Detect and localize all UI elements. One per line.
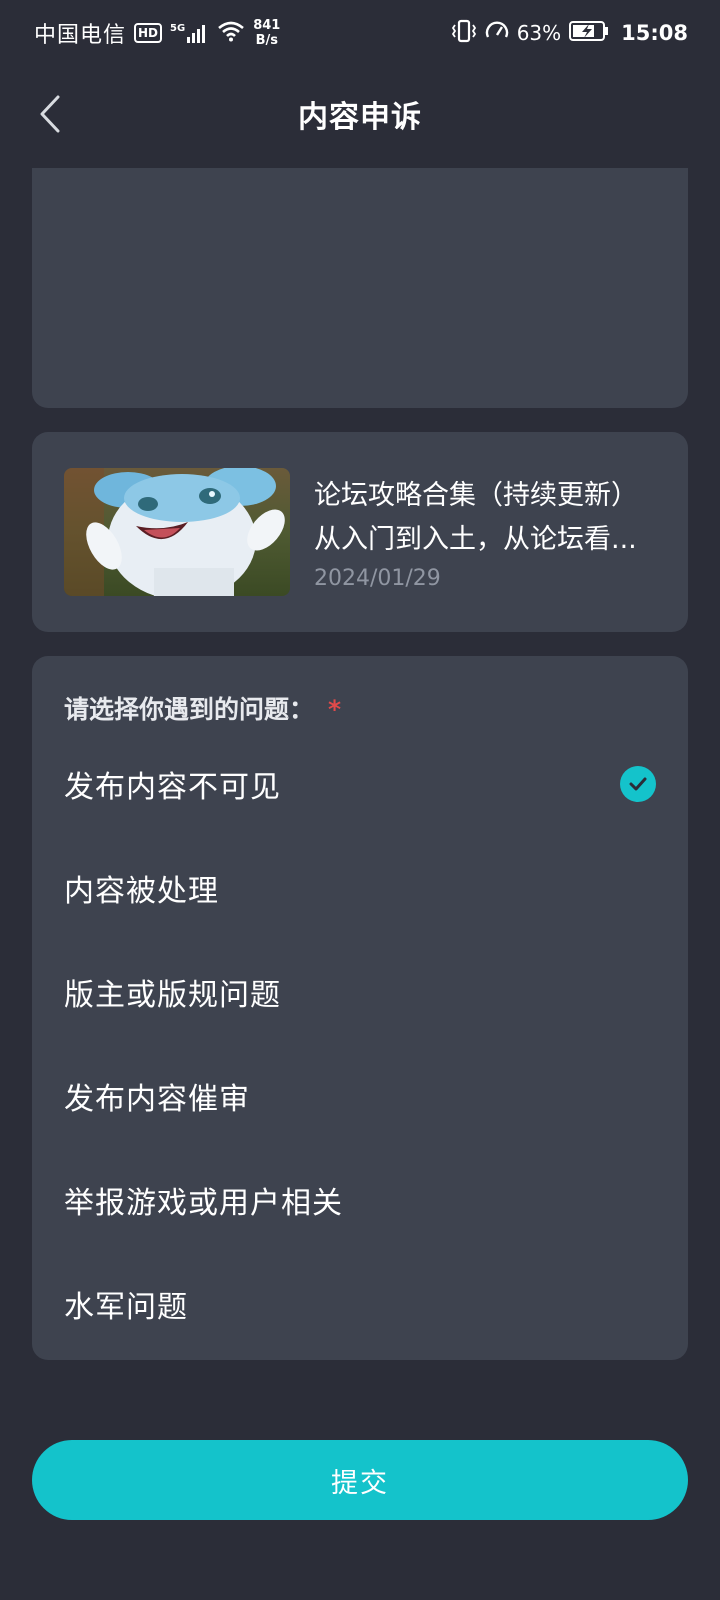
vibrate-icon	[451, 19, 477, 47]
option-content-invisible[interactable]: 发布内容不可见	[32, 732, 688, 836]
chevron-left-icon	[40, 95, 60, 133]
question-label: 请选择你遇到的问题： *	[64, 690, 341, 726]
status-bar: 中国电信 HD 5G 841 B/s 63% 15:08	[0, 0, 720, 66]
back-button[interactable]	[22, 86, 78, 142]
net-speed-value: 841	[253, 18, 281, 33]
status-bar-right: 63% 15:08	[451, 19, 688, 47]
issue-card: 请选择你遇到的问题： * 发布内容不可见 内容被处理 版主或版规问题 发布内容催审	[32, 656, 688, 1360]
post-thumbnail	[64, 468, 290, 596]
clock: 15:08	[621, 21, 688, 45]
speedometer-icon	[485, 19, 509, 47]
option-label: 举报游戏或用户相关	[64, 1186, 343, 1221]
net-speed: 841 B/s	[253, 18, 280, 48]
wifi-icon	[217, 20, 245, 46]
option-moderator-rules[interactable]: 版主或版规问题	[32, 940, 688, 1044]
submit-button[interactable]: 提交	[32, 1440, 688, 1520]
battery-percent: 63%	[516, 21, 562, 45]
status-bar-left: 中国电信 HD 5G 841 B/s	[34, 17, 280, 49]
option-label: 发布内容不可见	[64, 770, 281, 805]
signal-icon: 5G	[170, 23, 209, 43]
submit-label: 提交	[331, 1467, 389, 1498]
header: 内容申诉	[0, 66, 720, 162]
option-label: 版主或版规问题	[64, 978, 281, 1013]
check-icon	[620, 766, 656, 802]
option-label: 水军问题	[64, 1290, 188, 1325]
option-report-game-user[interactable]: 举报游戏或用户相关	[32, 1148, 688, 1252]
option-label: 内容被处理	[64, 874, 219, 909]
post-title-line2: 从入门到入土，从论坛看...	[314, 524, 637, 555]
question-text: 请选择你遇到的问题：	[64, 695, 315, 724]
required-star: *	[328, 695, 342, 724]
post-card[interactable]: 论坛攻略合集（持续更新） 从入门到入土，从论坛看... 2024/01/29	[32, 432, 688, 632]
option-review-urge[interactable]: 发布内容催审	[32, 1044, 688, 1148]
issue-options: 发布内容不可见 内容被处理 版主或版规问题 发布内容催审 举报游戏或用户相关 水…	[32, 732, 688, 1356]
option-label: 发布内容催审	[64, 1082, 250, 1117]
option-content-handled[interactable]: 内容被处理	[32, 836, 688, 940]
hd-badge: HD	[134, 23, 163, 43]
appeal-text-area[interactable]	[32, 168, 688, 408]
carrier-name: 中国电信	[34, 23, 127, 48]
page-title: 内容申诉	[298, 100, 422, 135]
battery-charging-icon	[569, 20, 609, 46]
post-date: 2024/01/29	[314, 566, 441, 591]
post-title-line1: 论坛攻略合集（持续更新）	[314, 480, 638, 511]
net-speed-unit: B/s	[255, 33, 278, 48]
option-spam-accounts[interactable]: 水军问题	[32, 1252, 688, 1356]
screen: 中国电信 HD 5G 841 B/s 63% 15:08 内容申诉 论坛攻略合集…	[0, 0, 720, 1600]
network-type-label: 5G	[170, 23, 186, 34]
